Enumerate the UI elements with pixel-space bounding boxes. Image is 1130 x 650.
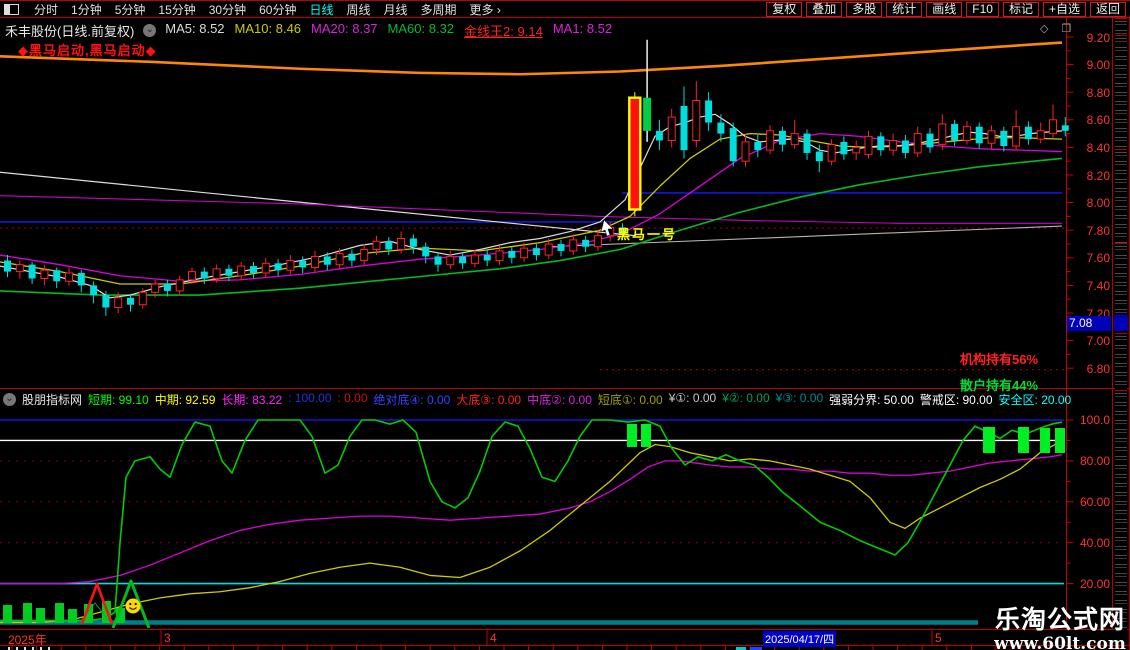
institution-holding-label: 机构持有56% <box>960 349 1038 368</box>
watermark-site-name: 乐淘公式网 <box>993 600 1127 636</box>
layout-split-icon[interactable] <box>4 4 19 15</box>
date-label: 4 <box>490 631 497 645</box>
indicator-stat: : 0.00 <box>338 391 368 408</box>
indicator-stat: 中底②: 0.00 <box>527 391 592 408</box>
indicator-source: 股朋指标网 <box>22 391 82 408</box>
ma-label: MA5: 8.52 <box>165 21 224 40</box>
date-label: 5 <box>935 631 942 645</box>
strip-segment[interactable] <box>1115 243 1127 314</box>
indicator-stat: 大底③: 0.00 <box>456 391 521 408</box>
watermark-url: www.60lt.com <box>993 634 1127 650</box>
price-tick-label: 8.80 <box>1070 86 1110 100</box>
indicator-stat: 长期: 83.22 <box>221 391 282 408</box>
toolbar-item-多周期[interactable]: 多周期 <box>421 1 457 18</box>
ma-label: 金线王2: 9.14 <box>464 21 543 40</box>
toolbar-item-15分钟[interactable]: 15分钟 <box>158 1 195 18</box>
toolbar-button-标记[interactable]: 标记 <box>1003 2 1039 17</box>
price-tick-label: 8.20 <box>1070 169 1110 183</box>
signal-text: ◆黑马启动,黑马启动◆ <box>18 40 157 59</box>
price-tick-label: 6.80 <box>1070 362 1110 376</box>
top-toolbar: 分时 1分钟 5分钟 15分钟 30分钟 60分钟日线周线月线多周期更多 › 复权叠加多股… <box>0 0 1130 18</box>
toolbar-button-多股[interactable]: 多股 <box>846 2 882 17</box>
price-tick-label: 8.00 <box>1070 196 1110 210</box>
toolbar-item-分时[interactable]: 分时 <box>34 1 58 18</box>
toolbar-item-周线[interactable]: 周线 <box>346 1 370 18</box>
toolbar-button-F10[interactable]: F10 <box>966 2 999 17</box>
indicator-stat: 警戒区: 90.00 <box>920 391 993 408</box>
toolbar-item-更多 ›[interactable]: 更多 › <box>470 1 501 18</box>
crosshair-price-tag: 7.08 <box>1067 316 1111 331</box>
indicator-stat: ¥①: 0.00 <box>669 391 716 408</box>
strip-segment[interactable] <box>1115 390 1127 630</box>
price-tick-label: 8.60 <box>1070 113 1110 127</box>
app-window: 分时 1分钟 5分钟 15分钟 30分钟 60分钟日线周线月线多周期更多 › 复权叠加多股… <box>0 0 1130 650</box>
strip-segment[interactable] <box>1115 333 1127 390</box>
indicator-tick-label: 20.00 <box>1070 577 1110 591</box>
indicator-stat: 安全区: 20.00 <box>999 391 1072 408</box>
price-tick-label: 7.40 <box>1070 279 1110 293</box>
date-label: 2025年 <box>8 631 47 648</box>
indicator-tick-label: 60.00 <box>1070 495 1110 509</box>
price-tick-label: 9.20 <box>1070 31 1110 45</box>
price-tick-label: 7.00 <box>1070 334 1110 348</box>
strip-highlight <box>1114 315 1128 331</box>
ma-values: MA5: 8.52 MA10: 8.46 MA20: 8.37 MA60: 8.32 金… <box>165 21 612 40</box>
indicator-stat: 强弱分界: 50.00 <box>829 391 914 408</box>
stock-title: 禾丰股份(日线.前复权) <box>5 21 134 40</box>
price-tick-label: 7.60 <box>1070 251 1110 265</box>
price-tick-label: 9.00 <box>1070 58 1110 72</box>
toolbar-item-5分钟[interactable]: 5分钟 <box>115 1 146 18</box>
toolbar-button-返回[interactable]: 返回 <box>1090 2 1126 17</box>
ma-label: MA20: 8.37 <box>311 21 378 40</box>
chart-annotation: 黑马一号 <box>617 224 677 243</box>
date-highlight: 2025/04/17/四 <box>763 631 836 647</box>
indicator-tick-label: 40.00 <box>1070 536 1110 550</box>
toolbar-item-30分钟[interactable]: 30分钟 <box>209 1 246 18</box>
ma-label: MA10: 8.46 <box>235 21 302 40</box>
indicator-header: ⌄ 股朋指标网 短期: 99.10 中期: 92.59 长期: 83.22 : 100… <box>3 391 1071 408</box>
toolbar-button-统计[interactable]: 统计 <box>886 2 922 17</box>
toolbar-button-复权[interactable]: 复权 <box>766 2 802 17</box>
toolbar-item-月线[interactable]: 月线 <box>384 1 408 18</box>
price-tick-label: 7.80 <box>1070 224 1110 238</box>
indicator-tick-label: 80.00 <box>1070 454 1110 468</box>
date-label: 3 <box>164 631 171 645</box>
indicator-stat: 中期: 92.59 <box>155 391 216 408</box>
right-edge-strip[interactable] <box>1112 18 1129 630</box>
price-tick-label: 8.40 <box>1070 141 1110 155</box>
indicator-stats: 短期: 99.10 中期: 92.59 长期: 83.22 : 100.00 : 0.0… <box>88 391 1071 408</box>
watermark: 乐淘公式网 www.60lt.com <box>993 600 1127 650</box>
toolbar-button-+自选[interactable]: +自选 <box>1043 2 1086 17</box>
stock-chart-canvas[interactable] <box>0 0 1130 650</box>
chevron-down-icon[interactable]: ⌄ <box>3 393 16 406</box>
strip-segment[interactable] <box>1115 35 1127 149</box>
indicator-stat: 绝对底④: 0.00 <box>374 391 451 408</box>
toolbar-button-叠加[interactable]: 叠加 <box>806 2 842 17</box>
chevron-down-icon[interactable]: ⌄ <box>143 24 156 37</box>
toolbar-item-日线[interactable]: 日线 <box>309 1 333 18</box>
ma-label: MA1: 8.52 <box>553 21 612 40</box>
indicator-stat: 短底①: 0.00 <box>598 391 663 408</box>
indicator-stat: ¥③: 0.00 <box>776 391 823 408</box>
toolbar-item-1分钟[interactable]: 1分钟 <box>71 1 102 18</box>
toolbar-button-画线[interactable]: 画线 <box>926 2 962 17</box>
strip-segment[interactable] <box>1115 18 1127 35</box>
indicator-tick-label: 100.0 <box>1070 413 1110 427</box>
date-axis[interactable]: 2025年 3 4 2025/04/17/四 5 <box>0 630 1130 646</box>
toolbar-item-60分钟[interactable]: 60分钟 <box>259 1 296 18</box>
chart-title-row: 禾丰股份(日线.前复权) ⌄ MA5: 8.52 MA10: 8.46 MA20: … <box>5 21 612 40</box>
indicator-stat: 短期: 99.10 <box>88 391 149 408</box>
indicator-stat: ¥②: 0.00 <box>722 391 769 408</box>
indicator-stat: : 100.00 <box>288 391 331 408</box>
ma-label: MA60: 8.32 <box>388 21 455 40</box>
strip-segment[interactable] <box>1115 149 1127 243</box>
